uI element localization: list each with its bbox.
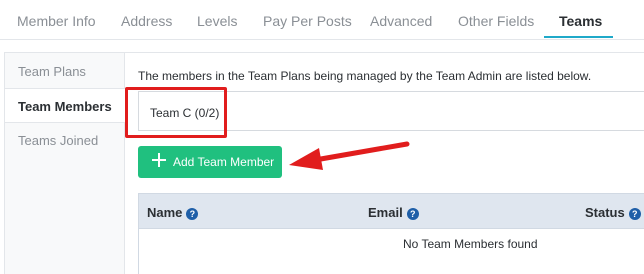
tab-levels[interactable]: Levels	[197, 13, 237, 29]
member-tabs: Member Info Address Levels Pay Per Posts…	[0, 0, 644, 40]
active-tab-indicator	[544, 36, 613, 38]
members-table-header: Name? Email? Status?	[138, 193, 644, 229]
tab-advanced[interactable]: Advanced	[370, 13, 432, 29]
column-header-name[interactable]: Name?	[147, 205, 199, 220]
column-status-label: Status	[585, 205, 625, 220]
sidebar-item-teams-joined[interactable]: Teams Joined	[5, 123, 124, 158]
tab-address[interactable]: Address	[121, 13, 172, 29]
help-circle-icon[interactable]: ?	[406, 208, 419, 220]
help-circle-icon[interactable]: ?	[628, 208, 641, 220]
tab-teams[interactable]: Teams	[559, 13, 602, 29]
sidebar-item-team-plans[interactable]: Team Plans	[5, 54, 124, 89]
add-team-member-button[interactable]: Add Team Member	[138, 146, 282, 178]
help-circle-icon[interactable]: ?	[186, 208, 199, 220]
empty-table-message: No Team Members found	[403, 237, 538, 251]
tab-other-fields[interactable]: Other Fields	[458, 13, 534, 29]
tab-pay-per-posts[interactable]: Pay Per Posts	[263, 13, 352, 29]
column-email-label: Email	[368, 205, 403, 220]
panel-description: The members in the Team Plans being mana…	[138, 69, 592, 83]
arrow-left-icon	[289, 141, 410, 170]
column-header-email[interactable]: Email?	[368, 205, 419, 220]
column-name-label: Name	[147, 205, 183, 220]
teams-sidebar: Team Plans Team Members Teams Joined	[4, 52, 126, 274]
add-team-member-label: Add Team Member	[173, 155, 275, 169]
tab-member-info[interactable]: Member Info	[17, 13, 96, 29]
annotation-highlight-box	[125, 87, 227, 138]
sidebar-item-team-members[interactable]: Team Members	[5, 88, 126, 123]
members-table-body: No Team Members found	[138, 229, 644, 274]
column-header-status[interactable]: Status?	[585, 205, 641, 220]
plus-icon	[152, 153, 166, 167]
